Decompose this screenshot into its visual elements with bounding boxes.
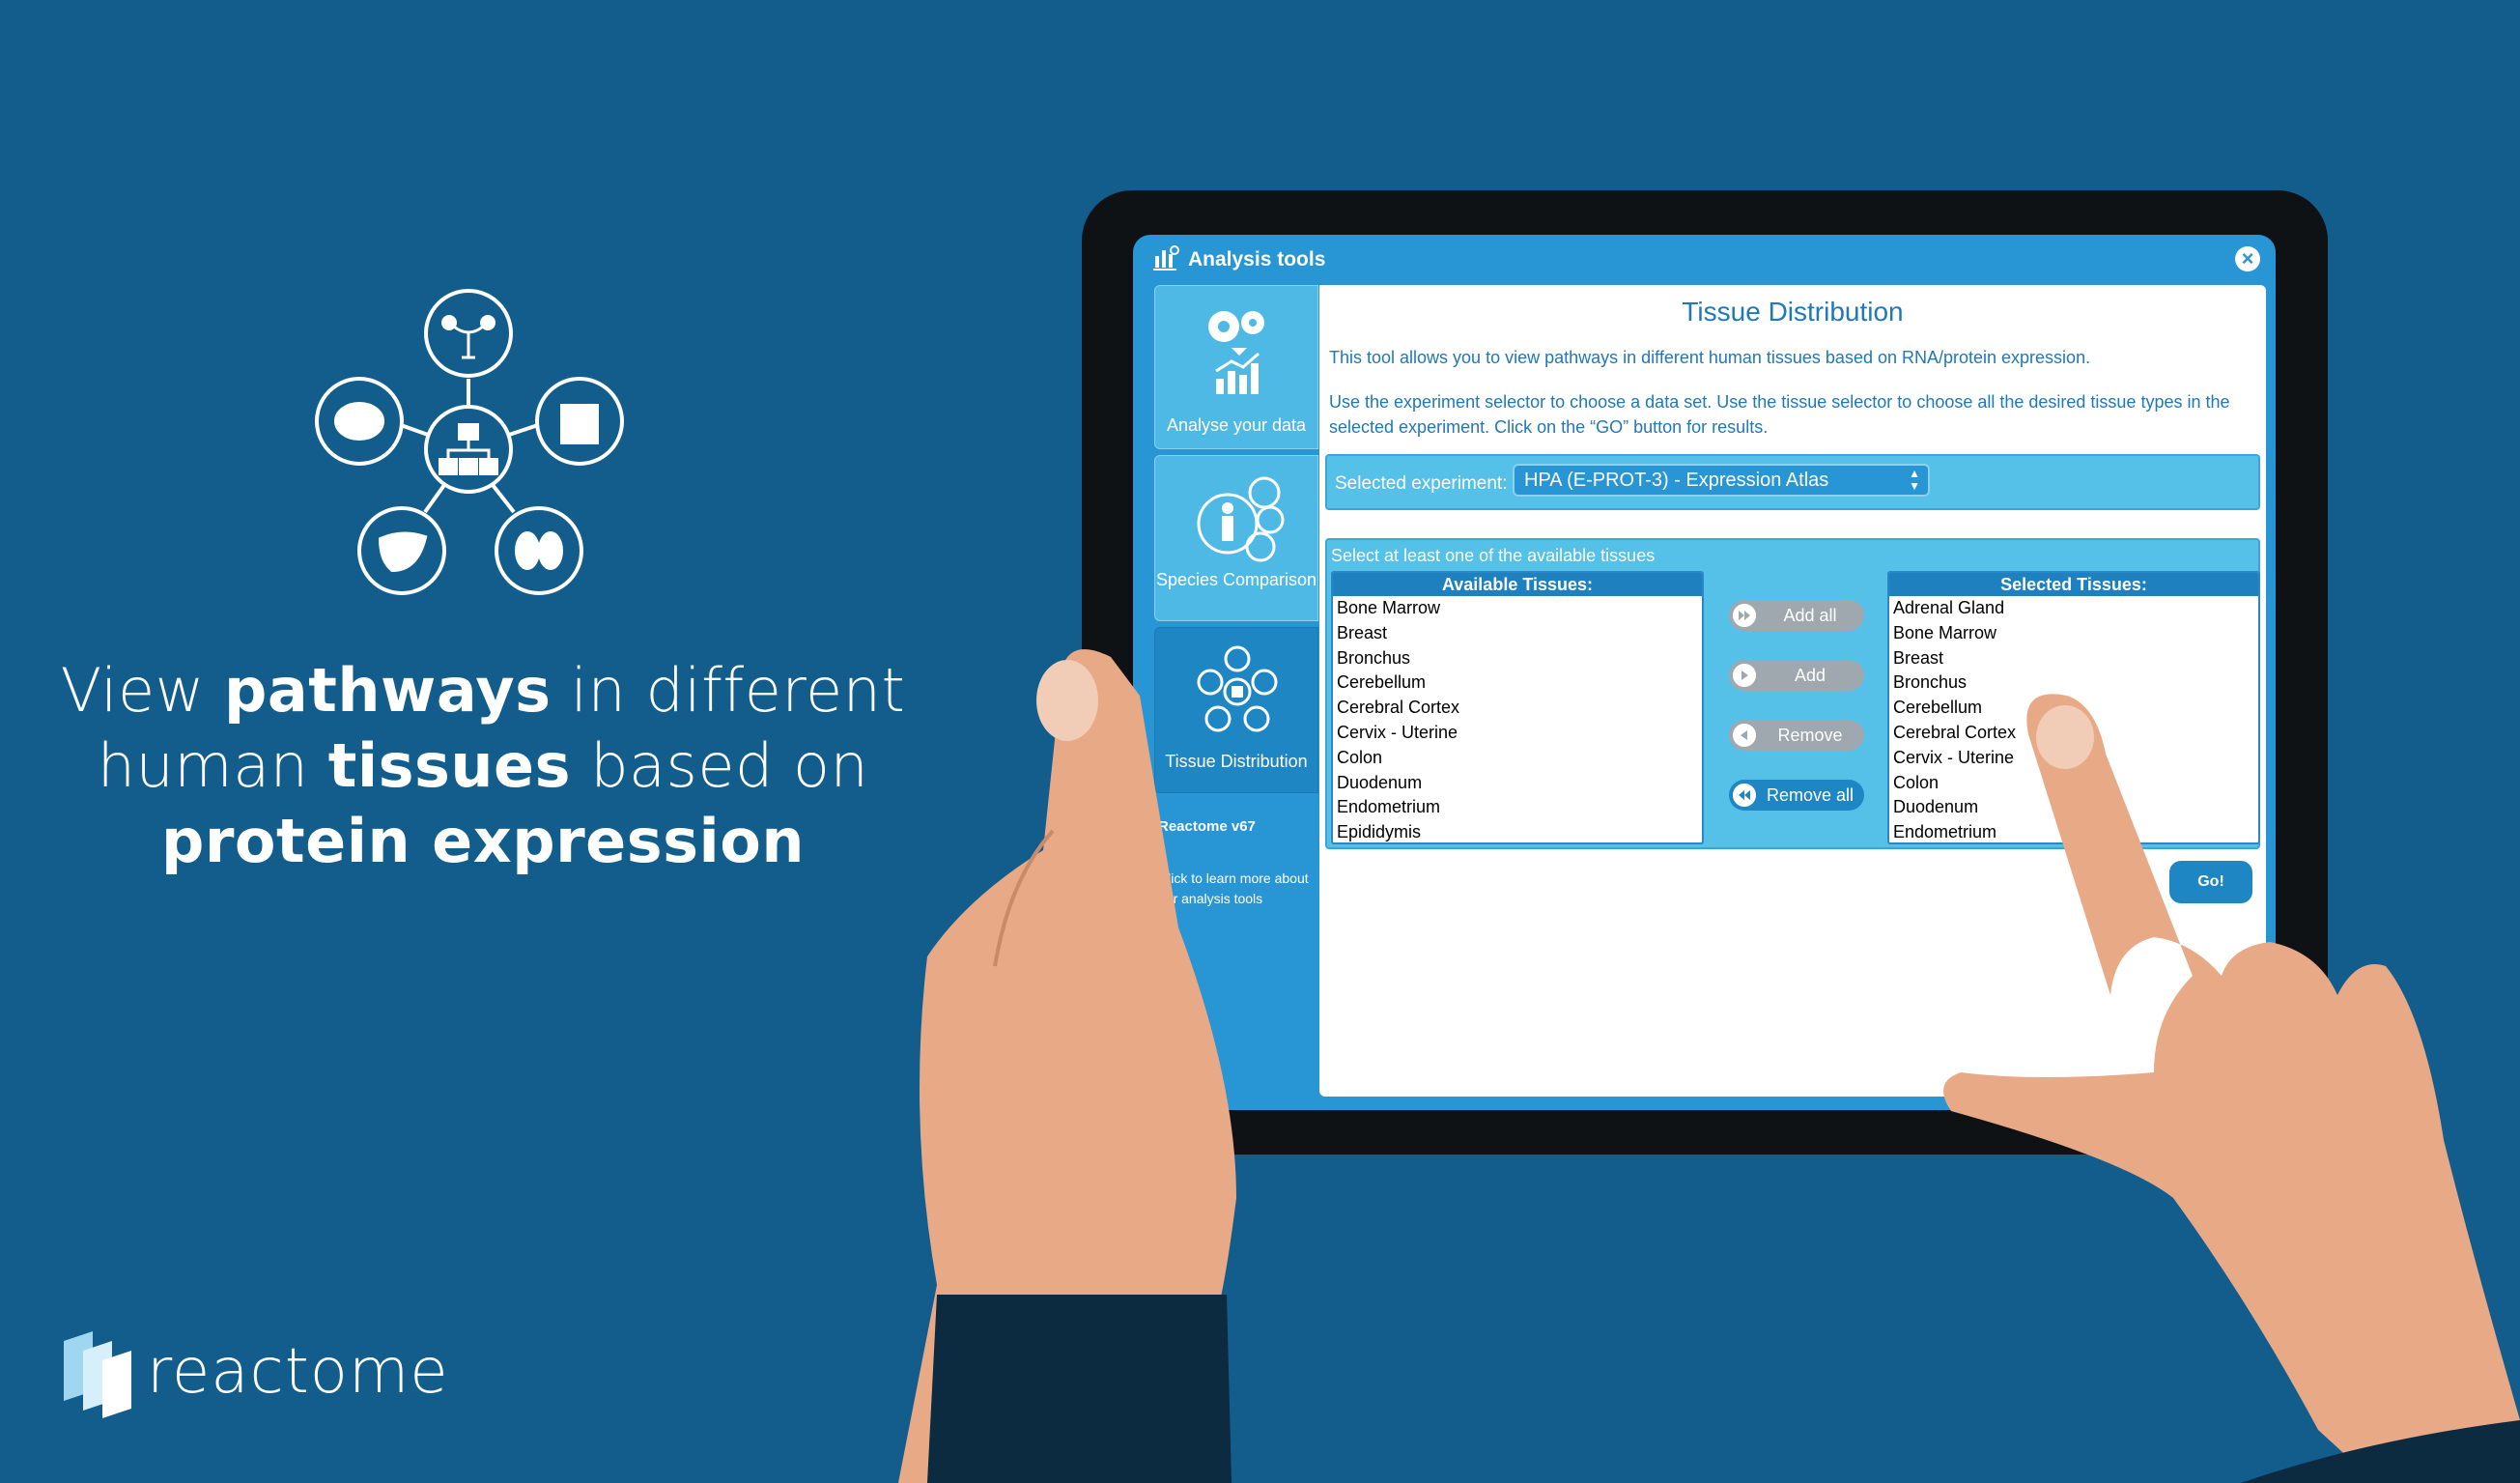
hero-headline: View pathways in different human tissues… [60,655,906,876]
version-label: Reactome v67 [1158,818,1256,835]
page-title: Tissue Distribution [1682,297,1904,327]
logo-text: reactome [147,1336,449,1408]
experiment-label: Selected experiment: [1335,473,1508,494]
fast-rewind-icon [1733,784,1756,807]
species-icon [1197,476,1285,562]
play-icon [1733,664,1756,687]
gears-chart-icon [1208,311,1264,394]
sidebar-item-label: Species Comparison [1155,570,1317,589]
experiment-select-value: HPA (E-PROT-3) - Expression Atlas [1524,470,1829,491]
close-button[interactable]: × [2235,246,2260,271]
list-item[interactable]: Cerebral Cortex [1333,696,1702,721]
fast-forward-icon [1733,604,1756,627]
list-item[interactable]: Breast [1889,646,2258,671]
tissue-icon [1197,645,1278,732]
list-item[interactable]: Colon [1889,771,2258,796]
analysis-icon [1153,245,1179,271]
available-tissues-header: Available Tissues: [1333,573,1702,596]
list-item[interactable]: Bronchus [1889,670,2258,696]
add-all-button[interactable]: Add all [1729,600,1864,631]
list-item[interactable]: Breast [1333,621,1702,646]
reactome-logo-icon [64,1331,131,1418]
experiment-selector-bar: Selected experiment: HPA (E-PROT-3) - Ex… [1325,454,2260,510]
list-item[interactable]: Bone Marrow [1889,621,2258,646]
learn-more-link[interactable]: Click to learn more about our analysis t… [1158,869,1322,909]
reactome-logo: reactome [56,1324,449,1420]
list-item[interactable]: Duodenum [1333,771,1702,796]
selected-tissues-header: Selected Tissues: [1889,573,2258,596]
tissue-distribution-panel: Tissue Distribution This tool allows you… [1319,285,2266,1097]
list-item[interactable]: Bronchus [1333,646,1702,671]
window-titlebar: Analysis tools × [1133,235,2276,285]
list-item[interactable]: Cerebellum [1333,670,1702,696]
instructions-text: Use the experiment selector to choose a … [1329,392,2230,437]
list-item[interactable]: Cerebral Cortex [1889,721,2258,746]
add-button[interactable]: Add [1729,660,1864,691]
list-item[interactable]: Epididymis [1333,820,1702,842]
selected-tissues-list[interactable]: Selected Tissues: Adrenal Gland Bone Mar… [1887,571,2260,844]
experiment-select[interactable]: HPA (E-PROT-3) - Expression Atlas ▲ ▼ [1513,464,1930,497]
list-item[interactable]: Duodenum [1889,795,2258,820]
list-item[interactable]: Cervix - Uterine [1333,721,1702,746]
tissue-selector: Select at least one of the available tis… [1325,538,2260,849]
list-item[interactable]: Endometrium [1333,795,1702,820]
tissue-network-graphic [299,280,637,609]
list-item[interactable]: Bone Marrow [1333,596,1702,621]
sidebar-item-analyse-data[interactable]: Analyse your data [1154,285,1318,449]
remove-all-button[interactable]: Remove all [1729,780,1864,811]
list-item[interactable]: Adrenal Gland [1889,596,2258,621]
sidebar-item-species-comparison[interactable]: Species Comparison [1154,455,1318,621]
select-arrows-icon: ▲ ▼ [1909,467,1920,493]
back-icon [1733,724,1756,747]
list-item[interactable]: Endometrium [1889,820,2258,842]
analysis-tools-window: Analysis tools × Analyse your data Speci… [1133,235,2276,1110]
sidebar-item-tissue-distribution[interactable]: Tissue Distribution [1154,627,1318,793]
sidebar-item-label: Tissue Distribution [1165,752,1308,771]
go-button[interactable]: Go! [2169,861,2252,903]
available-tissues-list[interactable]: Available Tissues: Bone Marrow Breast Br… [1331,571,1704,844]
list-item[interactable]: Cerebellum [1889,696,2258,721]
list-item[interactable]: Colon [1333,746,1702,771]
sidebar-item-label: Analyse your data [1166,415,1307,435]
window-title: Analysis tools [1188,248,1326,271]
remove-button[interactable]: Remove [1729,720,1864,751]
tissue-hint: Select at least one of the available tis… [1331,546,1656,565]
description-text: This tool allows you to view pathways in… [1329,348,2091,367]
list-item[interactable]: Cervix - Uterine [1889,746,2258,771]
